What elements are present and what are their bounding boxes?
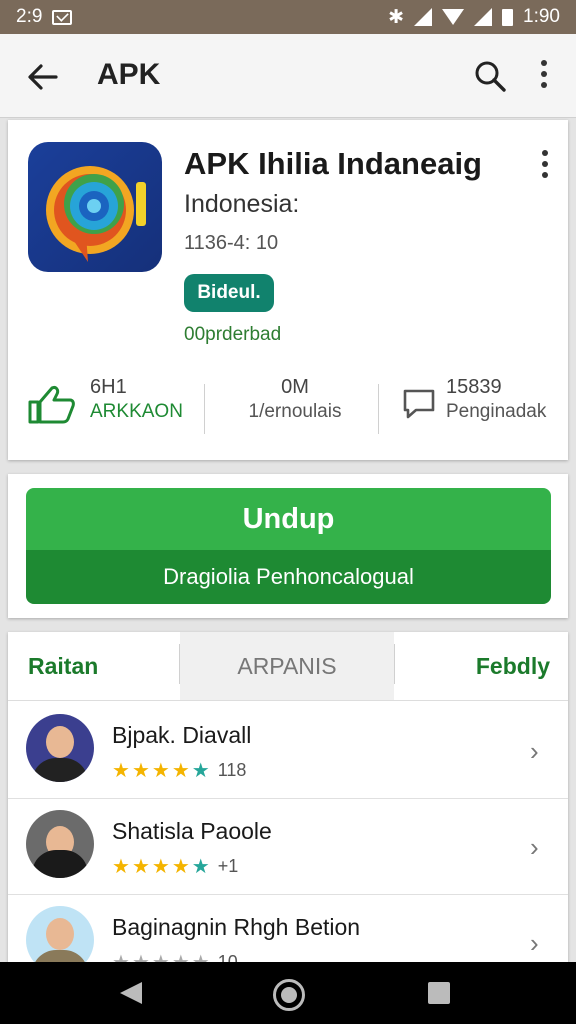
reviewer-name: Shatisla Paoole (112, 818, 272, 844)
reviewer-name: Baginagnin Rhgh Betion (112, 914, 361, 940)
star-icon: ★ (131, 759, 150, 782)
tab-febdly[interactable]: Febdly (394, 632, 550, 700)
overflow-menu-icon[interactable] (537, 60, 551, 94)
chevron-right-icon[interactable]: › (530, 928, 539, 959)
battery-icon (502, 8, 514, 26)
signal-icon (414, 8, 433, 26)
bluetooth-icon: ✱ (388, 6, 405, 28)
stat-reviews-value: 15839 (446, 376, 502, 398)
review-row[interactable]: Shatisla Paoole ★ ★ ★ ★ ★ +1 › (8, 798, 568, 895)
download-button[interactable]: Undup Dragiolia Penhoncalogual (26, 488, 551, 604)
download-button-sublabel: Dragiolia Penhoncalogual (26, 550, 551, 604)
avatar (26, 810, 94, 878)
app-developer[interactable]: Indonesia: (184, 190, 299, 219)
search-icon[interactable] (472, 58, 508, 94)
status-time-right: 1:90 (523, 6, 560, 27)
stat-downloads-label: 1/ernoulais (248, 401, 342, 422)
tab-arpanis[interactable]: ARPANIS (180, 632, 394, 700)
review-row[interactable]: Bjpak. Diavall ★ ★ ★ ★ ★ 118 › (8, 702, 568, 799)
stat-downloads-value: 0M (281, 376, 309, 398)
app-name: APK Ihilia Indaneaig (184, 146, 482, 181)
star-icon: ★ (151, 855, 170, 878)
review-count: 118 (217, 760, 247, 780)
stat-likes-value: 6H1 (90, 376, 127, 398)
stat-reviews: 15839 Penginadak (402, 376, 562, 440)
thumbs-up-icon (28, 386, 75, 424)
review-count: +1 (217, 856, 239, 876)
app-subtitle: 00prderbad (184, 324, 282, 345)
app-icon (28, 142, 162, 272)
stat-likes-label: ARKKAON (90, 401, 183, 422)
stats-divider (204, 384, 205, 434)
reviewer-name: Bjpak. Diavall (112, 722, 252, 748)
star-icon: ★ (171, 759, 190, 782)
star-icon: ★ (112, 759, 130, 782)
mail-icon (52, 9, 73, 25)
star-icon: ★ (151, 759, 170, 782)
app-version: 1136-4: 10 (184, 232, 279, 254)
signal-icon-2 (474, 8, 493, 26)
star-icon: ★ (191, 855, 210, 878)
star-icon: ★ (131, 855, 150, 878)
download-button-label: Undup (26, 488, 551, 550)
wifi-icon (442, 9, 465, 25)
star-icon: ★ (112, 855, 130, 878)
system-nav-bar (0, 962, 576, 1024)
app-bar-title: APK (97, 58, 161, 91)
app-info-card: APK Ihilia Indaneaig Indonesia: 1136-4: … (8, 120, 568, 460)
app-bar: APK (0, 34, 576, 118)
review-rating: ★ ★ ★ ★ ★ +1 (112, 856, 238, 877)
status-time-left: 2:9 (16, 6, 43, 27)
review-row[interactable]: Baginagnin Rhgh Betion ★ ★ ★ ★ ★ 10 › (8, 894, 568, 972)
tab-bar: Raitan ARPANIS Febdly (8, 632, 568, 701)
nav-back-icon[interactable] (120, 982, 142, 1004)
chevron-right-icon[interactable]: › (530, 832, 539, 863)
tab-raitan[interactable]: Raitan (28, 632, 98, 700)
status-bar: 2:9 ✱ 1:90 (0, 0, 576, 34)
reviews-card: Raitan ARPANIS Febdly Bjpak. Diavall ★ ★… (8, 632, 568, 972)
back-arrow-icon[interactable] (26, 60, 60, 94)
comment-icon (403, 389, 435, 419)
app-stats: 6H1 ARKKAON 0M 1/ernoulais 15839 Pengina… (8, 376, 568, 440)
nav-recents-icon[interactable] (428, 982, 450, 1004)
stat-likes: 6H1 ARKKAON (26, 376, 196, 440)
stat-reviews-label: Penginadak (446, 401, 547, 422)
avatar (26, 714, 94, 782)
stat-downloads: 0M 1/ernoulais (220, 376, 370, 440)
star-icon: ★ (191, 759, 210, 782)
stats-divider (378, 384, 379, 434)
app-overflow-menu-icon[interactable] (538, 150, 552, 184)
download-card: Undup Dragiolia Penhoncalogual (8, 474, 568, 618)
review-rating: ★ ★ ★ ★ ★ 118 (112, 760, 246, 781)
chevron-right-icon[interactable]: › (530, 736, 539, 767)
nav-home-icon[interactable] (273, 979, 305, 1011)
star-icon: ★ (171, 855, 190, 878)
category-badge[interactable]: Bideul. (184, 274, 274, 312)
